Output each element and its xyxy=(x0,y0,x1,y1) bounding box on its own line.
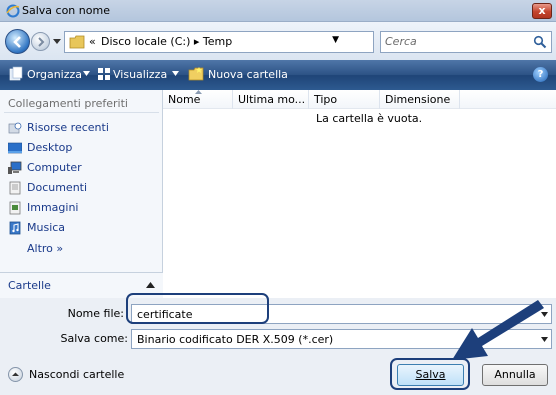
search-placeholder: Cerca xyxy=(385,35,417,48)
folder-icon xyxy=(69,35,85,49)
savetype-value: Binario codificato DER X.509 (*.cer) xyxy=(137,333,334,346)
documents-icon xyxy=(9,181,21,195)
ie-logo-icon xyxy=(6,4,20,18)
music-icon xyxy=(9,221,21,235)
breadcrumb[interactable]: Disco locale (C:) ▸ Temp xyxy=(101,35,232,48)
sidebar-item-desktop[interactable]: Desktop xyxy=(8,139,158,157)
view-icon xyxy=(98,68,110,80)
sidebar-item-computer[interactable]: Computer xyxy=(8,159,158,177)
sidebar-item-label: Desktop xyxy=(27,141,73,154)
back-button[interactable] xyxy=(5,29,30,54)
divider xyxy=(4,112,159,113)
address-prefix[interactable]: « xyxy=(89,35,96,48)
search-input[interactable]: Cerca xyxy=(380,31,552,53)
filename-highlight xyxy=(126,293,269,324)
pictures-icon xyxy=(9,201,21,215)
desktop-icon xyxy=(8,142,22,154)
column-header-label: Ultima mo... xyxy=(238,93,306,106)
sidebar-item-label: Musica xyxy=(27,221,66,234)
cancel-button-label: Annulla xyxy=(494,368,536,381)
new-folder-button[interactable]: Nuova cartella xyxy=(208,68,288,81)
chevron-down-icon[interactable] xyxy=(83,71,90,76)
folders-label: Cartelle xyxy=(8,279,51,292)
chevron-up-icon xyxy=(12,372,19,376)
arrow-right-icon xyxy=(38,37,45,47)
sidebar-item-recent[interactable]: Risorse recenti xyxy=(8,119,158,137)
sidebar-item-documents[interactable]: Documenti xyxy=(8,179,158,197)
save-button-label: Salva xyxy=(415,368,446,381)
search-icon[interactable] xyxy=(533,35,547,49)
column-header-label: Dimensione xyxy=(385,93,451,106)
column-header-label: Tipo xyxy=(314,93,338,106)
column-header-type[interactable]: Tipo xyxy=(309,90,380,109)
computer-icon xyxy=(8,161,22,174)
arrow-left-icon xyxy=(13,36,21,48)
cancel-button[interactable]: Annulla xyxy=(482,364,548,386)
close-button[interactable]: x xyxy=(532,3,552,19)
view-menu[interactable]: Visualizza xyxy=(113,68,167,81)
sort-ascending-icon xyxy=(195,90,202,94)
sidebar-item-label: Risorse recenti xyxy=(27,121,109,134)
filename-label: Nome file: xyxy=(67,307,124,320)
forward-button[interactable] xyxy=(31,32,50,51)
command-toolbar: Organizza Visualizza Nuova cartella ? xyxy=(0,60,556,90)
sidebar-item-label: Documenti xyxy=(27,181,88,194)
column-header-modified[interactable]: Ultima mo... xyxy=(233,90,309,109)
sidebar-item-label: Immagini xyxy=(27,201,79,214)
window-title: Salva con nome xyxy=(22,4,110,17)
organize-menu[interactable]: Organizza xyxy=(27,68,82,81)
empty-folder-message: La cartella è vuota. xyxy=(316,112,423,125)
column-header-row: Nome Ultima mo... Tipo Dimensione xyxy=(163,90,556,109)
chevron-down-icon[interactable] xyxy=(172,71,179,76)
new-folder-icon xyxy=(188,67,204,81)
file-list: Nome Ultima mo... Tipo Dimensione La car… xyxy=(163,90,556,298)
column-header-name[interactable]: Nome xyxy=(163,90,233,109)
column-header-size[interactable]: Dimensione xyxy=(380,90,460,109)
favorites-header: Collegamenti preferiti xyxy=(8,97,128,110)
address-bar[interactable]: « Disco locale (C:) ▸ Temp ▼ ↻ xyxy=(64,31,428,53)
hide-folders-button[interactable] xyxy=(8,367,23,382)
sidebar-item-pictures[interactable]: Immagini xyxy=(8,199,158,217)
sidebar-item-label: Computer xyxy=(27,161,82,174)
recent-pages-dropdown-icon[interactable] xyxy=(53,37,61,45)
callout-arrow-icon xyxy=(452,300,544,360)
savetype-label: Salva come: xyxy=(60,332,129,345)
address-dropdown-icon[interactable]: ▼ xyxy=(332,35,339,45)
more-link[interactable]: Altro » xyxy=(27,242,63,255)
column-header-label: Nome xyxy=(168,93,201,106)
save-as-dialog: Salva con nome x « Disco locale (C:) ▸ T… xyxy=(0,0,556,395)
chevron-up-icon[interactable] xyxy=(146,282,155,288)
navigation-pane: Collegamenti preferiti Risorse recenti D… xyxy=(0,90,163,298)
help-button[interactable]: ? xyxy=(533,67,548,82)
recent-icon xyxy=(8,122,22,134)
hide-folders-label[interactable]: Nascondi cartelle xyxy=(29,368,124,381)
address-row: « Disco locale (C:) ▸ Temp ▼ ↻ Cerca xyxy=(0,22,556,60)
organize-icon xyxy=(9,66,23,81)
save-button[interactable]: Salva xyxy=(397,364,464,386)
sidebar-item-music[interactable]: Musica xyxy=(8,219,158,237)
title-bar: Salva con nome x xyxy=(0,0,556,22)
